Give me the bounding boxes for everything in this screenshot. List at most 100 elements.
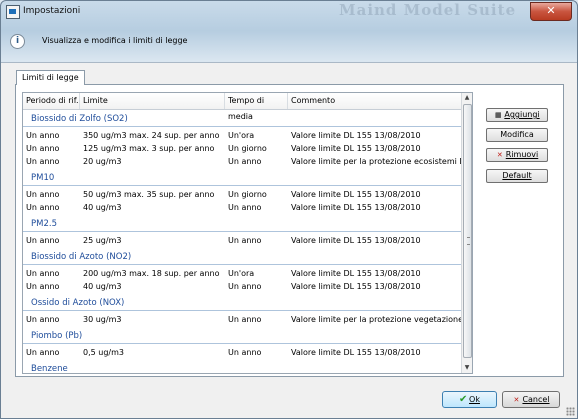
group-divider [23,343,462,344]
cell-comment: Valore limite per la protezione vegetazi… [291,315,461,324]
group-header[interactable]: Biossido di Azoto (NO2) [23,250,462,265]
dialog-header: i Visualizza e modifica i limiti di legg… [1,22,577,64]
cell-limit: 20 ug/m3 [83,157,122,166]
column-headers: Periodo di rif. Limite Tempo di media Co… [23,93,472,121]
cell-averaging-time: Un giorno [228,144,267,153]
app-icon [6,5,20,19]
cell-averaging-time: Un anno [228,203,262,212]
check-icon: ✔ [459,394,468,405]
cell-comment: Valore limite per la protezione ecosiste… [291,157,461,166]
tab-limiti-di-legge[interactable]: Limiti di legge [16,70,85,85]
app-watermark: Maind Model Suite [339,1,517,19]
group-header[interactable]: Piombo (Pb) [23,329,462,344]
remove-button[interactable]: ✕ Rimuovi [486,148,548,162]
cancel-icon: ✕ [513,396,520,404]
info-icon: i [10,34,25,49]
ok-button[interactable]: ✔ Ok [442,391,497,408]
table-row[interactable]: Un anno 125 ug/m3 max. 3 sup. per anno Un … [23,142,462,156]
cell-comment: Valore limite DL 155 13/08/2010 [291,203,421,212]
cell-comment: Valore limite DL 155 13/08/2010 [291,348,421,357]
cell-limit: 350 ug/m3 max. 24 sup. per anno [83,131,220,140]
limits-grid[interactable]: Periodo di rif. Limite Tempo di media Co… [22,92,473,374]
cell-limit: 50 ug/m3 max. 35 sup. per anno [83,190,215,199]
add-button[interactable]: ▦ Aggiungi [486,108,548,122]
group-divider [23,126,462,127]
cell-limit: 30 ug/m3 [83,315,122,324]
cell-averaging-time: Un anno [228,315,262,324]
tab-panel: Periodo di rif. Limite Tempo di media Co… [15,84,564,377]
vertical-scrollbar[interactable]: ▲ ▼ [461,93,472,373]
title-bar[interactable]: Impostazioni Maind Model Suite ✕ [1,1,577,22]
cell-limit: 125 ug/m3 max. 3 sup. per anno [83,144,215,153]
table-row[interactable]: Un anno 40 ug/m3 Un anno Valore limite DL 1… [23,201,462,215]
column-header-averaging-time[interactable]: Tempo di media [225,93,288,121]
scrollbar-thumb[interactable] [463,104,472,358]
dialog-body: Limiti di legge Periodo di rif. Limite T… [1,63,577,418]
table-row[interactable]: Un anno 20 ug/m3 Un anno Valore limite per … [23,155,462,169]
group-header[interactable]: PM10 [23,171,462,186]
group-header[interactable]: Ossido di Azoto (NOX) [23,296,462,311]
resize-grip[interactable] [566,407,575,416]
cell-comment: Valore limite DL 155 13/08/2010 [291,282,421,291]
table-row[interactable]: Un anno 40 ug/m3 Un anno Valore limite DL 1… [23,280,462,294]
cell-averaging-time: Un giorno [228,190,267,199]
cell-comment: Valore limite DL 155 13/08/2010 [291,190,421,199]
cell-limit: 200 ug/m3 max. 18 sup. per anno [83,269,220,278]
edit-button[interactable]: Modifica [486,128,548,142]
cell-averaging-time: Un'ora [228,269,255,278]
table-row[interactable]: Un anno 350 ug/m3 max. 24 sup. per anno Un… [23,129,462,143]
group-label: PM10 [31,173,55,183]
table-row[interactable]: Un anno 25 ug/m3 Un anno Valore limite DL 1… [23,234,462,248]
cell-averaging-time: Un anno [228,157,262,166]
cell-period: Un anno [26,236,60,245]
table-row[interactable]: Un anno 200 ug/m3 max. 18 sup. per anno Un… [23,267,462,281]
column-header-period[interactable]: Periodo di rif. [23,93,80,109]
cell-period: Un anno [26,190,60,199]
cell-limit: 25 ug/m3 [83,236,122,245]
group-label: PM2.5 [31,219,57,229]
header-description: Visualizza e modifica i limiti di legge [42,36,188,45]
cell-period: Un anno [26,131,60,140]
group-header[interactable]: PM2.5 [23,217,462,232]
group-divider [23,264,462,265]
window-title: Impostazioni [23,6,81,16]
table-row[interactable]: Un anno 30 ug/m3 Un anno Valore limite per … [23,313,462,327]
cell-period: Un anno [26,157,60,166]
cell-period: Un anno [26,269,60,278]
cell-comment: Valore limite DL 155 13/08/2010 [291,144,421,153]
column-header-limit[interactable]: Limite [80,93,225,109]
cell-comment: Valore limite DL 155 13/08/2010 [291,269,421,278]
cell-limit: 40 ug/m3 [83,203,122,212]
cell-limit: 40 ug/m3 [83,282,122,291]
cell-period: Un anno [26,315,60,324]
cell-averaging-time: Un anno [228,282,262,291]
table-row[interactable]: Un anno 0,5 ug/m3 Un anno Valore limite DL … [23,346,462,360]
group-divider [23,231,462,232]
cell-period: Un anno [26,144,60,153]
table-row[interactable]: Un anno 50 ug/m3 max. 35 sup. per anno Un … [23,188,462,202]
group-label: Biossido di Zolfo (SO2) [31,114,128,124]
close-button[interactable]: ✕ [530,2,572,21]
group-header[interactable]: Biossido di Zolfo (SO2) [23,112,462,127]
cell-period: Un anno [26,282,60,291]
group-label: Piombo (Pb) [31,331,83,341]
column-header-comment[interactable]: Commento [288,93,462,109]
scroll-up-arrow-icon[interactable]: ▲ [462,93,472,103]
group-label: Biossido di Azoto (NO2) [31,252,132,262]
cell-comment: Valore limite DL 155 13/08/2010 [291,131,421,140]
default-button[interactable]: Default [486,169,548,183]
group-label: Benzene [31,364,68,374]
cell-averaging-time: Un'ora [228,131,255,140]
cell-period: Un anno [26,348,60,357]
scroll-down-arrow-icon[interactable]: ▼ [462,363,472,373]
cell-averaging-time: Un anno [228,236,262,245]
cell-averaging-time: Un anno [228,348,262,357]
cell-period: Un anno [26,203,60,212]
cell-limit: 0,5 ug/m3 [83,348,124,357]
add-icon: ▦ [495,111,502,119]
cell-comment: Valore limite DL 155 13/08/2010 [291,236,421,245]
cancel-button[interactable]: ✕ Cancel [502,391,560,408]
settings-window: Impostazioni Maind Model Suite ✕ i Visua… [0,0,578,419]
group-header[interactable]: Benzene [23,362,462,374]
group-divider [23,310,462,311]
